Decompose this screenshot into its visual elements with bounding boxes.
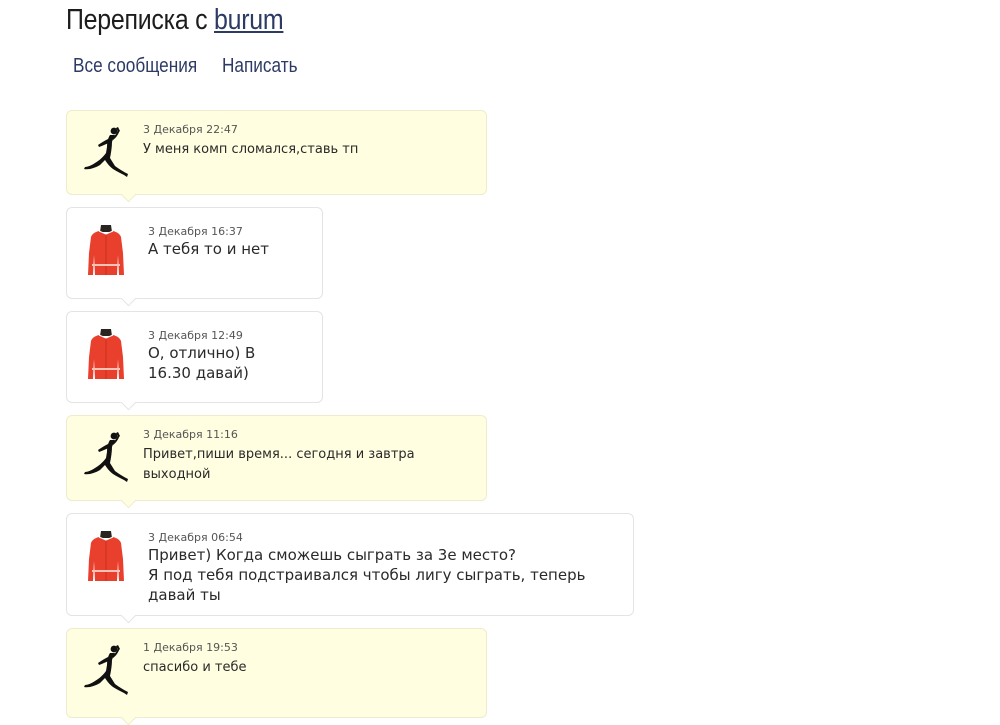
message-item: 3 Декабря 06:54 Привет) Когда сможешь сы… bbox=[66, 513, 634, 616]
message-item: 3 Декабря 12:49 О, отлично) В 16.30 дава… bbox=[66, 311, 323, 403]
user-avatar-icon[interactable] bbox=[81, 223, 131, 279]
message-item: 1 Декабря 19:53 спасибо и тебе bbox=[66, 628, 487, 718]
jumpman-logo-icon[interactable] bbox=[81, 125, 131, 181]
message-text: Привет) Когда сможешь сыграть за 3е мест… bbox=[148, 546, 586, 604]
message-text: У меня комп сломался,ставь тп bbox=[143, 142, 359, 157]
all-messages-link[interactable]: Все сообщения bbox=[73, 55, 197, 78]
conversation-nav: Все сообщения Написать bbox=[73, 55, 298, 78]
jumpman-logo-icon[interactable] bbox=[81, 643, 131, 699]
message-date: 3 Декабря 06:54 bbox=[148, 531, 243, 544]
message-item: 3 Декабря 11:16 Привет,пиши время... сег… bbox=[66, 415, 487, 501]
message-date: 1 Декабря 19:53 bbox=[143, 641, 238, 654]
message-date: 3 Декабря 12:49 bbox=[148, 329, 243, 342]
user-avatar-icon[interactable] bbox=[81, 529, 131, 585]
message-text: Привет,пиши время... сегодня и завтра вы… bbox=[143, 447, 415, 482]
message-text: А тебя то и нет bbox=[148, 240, 270, 258]
page-title: Переписка с burum bbox=[66, 4, 284, 37]
write-message-link[interactable]: Написать bbox=[222, 55, 298, 78]
title-prefix: Переписка с bbox=[66, 4, 208, 36]
message-item: 3 Декабря 16:37 А тебя то и нет bbox=[66, 207, 323, 299]
user-avatar-icon[interactable] bbox=[81, 327, 131, 383]
jumpman-logo-icon[interactable] bbox=[81, 430, 131, 486]
message-date: 3 Декабря 22:47 bbox=[143, 123, 238, 136]
message-item: 3 Декабря 22:47 У меня комп сломался,ста… bbox=[66, 110, 487, 195]
username-link[interactable]: burum bbox=[214, 4, 284, 36]
message-text: спасибо и тебе bbox=[143, 660, 247, 675]
message-text: О, отлично) В 16.30 давай) bbox=[148, 344, 256, 382]
message-date: 3 Декабря 11:16 bbox=[143, 428, 238, 441]
message-date: 3 Декабря 16:37 bbox=[148, 225, 243, 238]
